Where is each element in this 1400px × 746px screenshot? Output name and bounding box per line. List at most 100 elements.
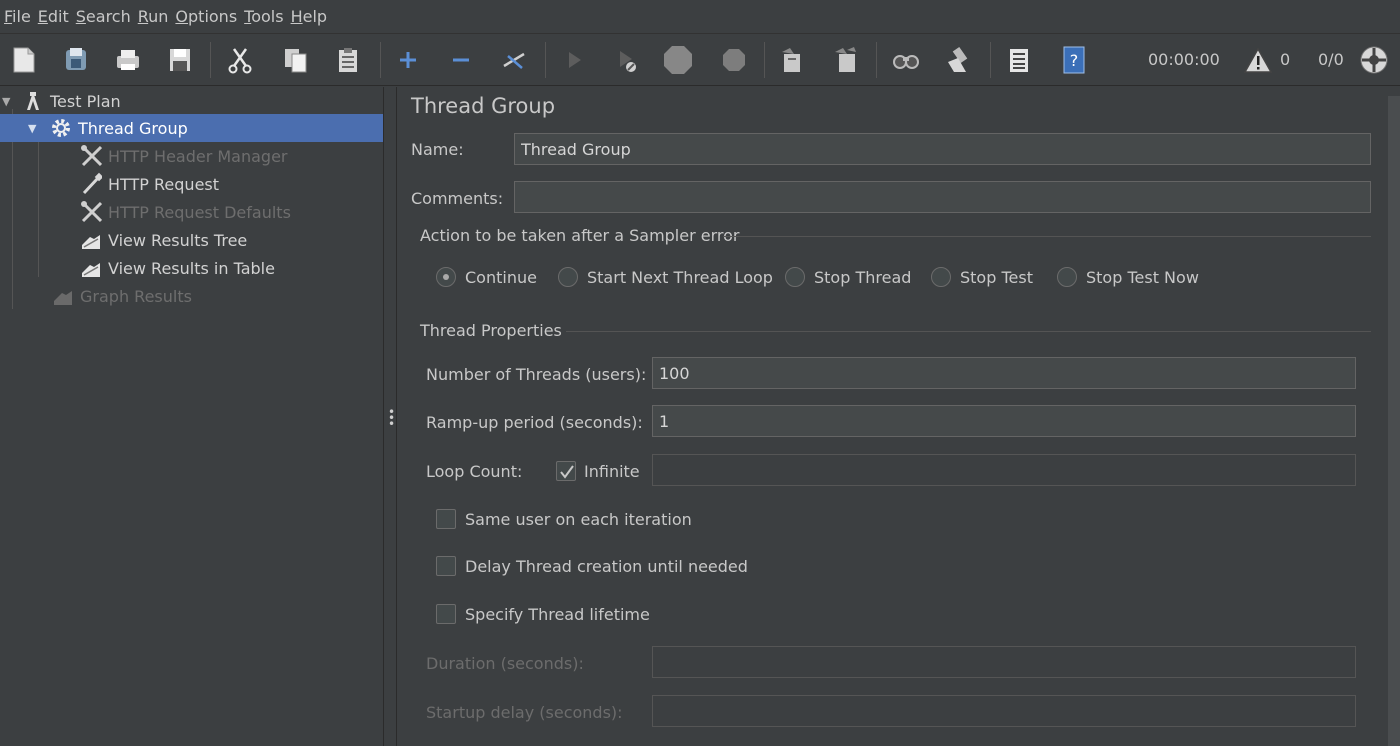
thread-lifetime-label: Specify Thread lifetime <box>465 605 650 624</box>
start-icon[interactable] <box>558 44 590 76</box>
toggle-icon[interactable] <box>498 44 530 76</box>
thread-lifetime-checkbox[interactable] <box>436 604 456 624</box>
radio-label: Start Next Thread Loop <box>587 268 773 287</box>
rampup-input[interactable] <box>652 405 1356 437</box>
infinite-checkbox[interactable] <box>556 461 576 481</box>
tree-item-label: Test Plan <box>50 91 121 111</box>
copy-icon[interactable] <box>280 44 312 76</box>
menu-file[interactable]: File <box>4 7 31 26</box>
duration-label: Duration (seconds): <box>426 654 584 673</box>
toolbar-separator <box>380 42 381 78</box>
clear-icon[interactable] <box>776 44 808 76</box>
comments-label: Comments: <box>411 189 504 208</box>
tree-item-label: HTTP Header Manager <box>108 146 288 166</box>
menu-help[interactable]: Help <box>291 7 327 26</box>
toolbar-separator <box>210 42 211 78</box>
new-icon[interactable] <box>8 44 40 76</box>
vertical-scrollbar[interactable] <box>1388 96 1400 746</box>
infinite-label: Infinite <box>584 462 640 481</box>
comments-input[interactable] <box>514 181 1371 213</box>
menu-edit[interactable]: Edit <box>38 7 69 26</box>
delay-thread-label: Delay Thread creation until needed <box>465 557 748 576</box>
start-no-pauses-icon[interactable] <box>610 44 642 76</box>
thread-properties-title: Thread Properties <box>420 321 562 340</box>
loop-count-input[interactable] <box>652 454 1356 486</box>
radio-label: Continue <box>465 268 537 287</box>
templates-icon[interactable] <box>60 44 92 76</box>
collapse-icon[interactable] <box>445 44 477 76</box>
tree-item-graph-results[interactable]: Graph Results <box>52 282 192 310</box>
config-tool-icon <box>80 145 102 167</box>
shutdown-icon[interactable] <box>718 44 750 76</box>
radio-label: Stop Thread <box>814 268 912 287</box>
warning-count: 0 <box>1280 50 1291 69</box>
config-tool-icon <box>80 201 102 223</box>
group-border <box>566 331 1371 332</box>
delay-thread-checkbox[interactable] <box>436 556 456 576</box>
tree-item-label: HTTP Request <box>108 174 220 194</box>
tree-item-http-request[interactable]: HTTP Request <box>80 170 219 198</box>
open-icon[interactable] <box>112 44 144 76</box>
pane-splitter[interactable]: • • • <box>383 87 397 746</box>
paste-icon[interactable] <box>332 44 364 76</box>
collapse-arrow-icon[interactable]: ▼ <box>2 95 22 108</box>
duration-input[interactable] <box>652 646 1356 678</box>
toolbar-separator <box>545 42 546 78</box>
test-plan-icon <box>22 90 44 112</box>
search-icon[interactable] <box>890 44 922 76</box>
gear-icon <box>50 117 72 139</box>
function-helper-icon[interactable] <box>1002 44 1034 76</box>
expand-icon[interactable] <box>392 44 424 76</box>
reset-search-icon[interactable] <box>942 44 974 76</box>
menu-bar: File Edit Search Run Options Tools Help <box>0 0 1400 34</box>
save-icon[interactable] <box>164 44 196 76</box>
radio-button[interactable] <box>785 267 805 287</box>
menu-options[interactable]: Options <box>175 7 237 26</box>
toolbar-separator <box>876 42 877 78</box>
menu-run[interactable]: Run <box>138 7 169 26</box>
elapsed-timer: 00:00:00 <box>1148 50 1220 69</box>
stop-icon[interactable] <box>662 44 694 76</box>
tree-item-label: Graph Results <box>80 286 192 306</box>
listener-icon <box>80 229 102 251</box>
name-label: Name: <box>411 140 464 159</box>
tree-item-test-plan[interactable]: ▼ Test Plan <box>2 87 383 115</box>
cut-icon[interactable] <box>224 44 256 76</box>
tree-item-http-header-manager[interactable]: HTTP Header Manager <box>80 142 288 170</box>
clear-all-icon[interactable] <box>830 44 862 76</box>
thread-group-panel: Thread Group Name: Comments: Action to b… <box>398 87 1388 746</box>
startup-delay-label: Startup delay (seconds): <box>426 703 623 722</box>
remote-icon[interactable] <box>1358 44 1390 76</box>
tree-item-view-results-tree[interactable]: View Results Tree <box>80 226 247 254</box>
radio-label: Stop Test <box>960 268 1033 287</box>
tree-item-label: View Results in Table <box>108 258 275 278</box>
menu-search[interactable]: Search <box>76 7 131 26</box>
pipette-icon <box>80 172 102 195</box>
rampup-label: Ramp-up period (seconds): <box>426 413 643 432</box>
num-threads-input[interactable] <box>652 357 1356 389</box>
help-icon[interactable]: ? <box>1058 44 1090 76</box>
svg-text:?: ? <box>1070 51 1079 70</box>
tree-item-view-results-in-table[interactable]: View Results in Table <box>80 254 275 282</box>
thread-count: 0/0 <box>1318 50 1344 69</box>
tree-item-label: HTTP Request Defaults <box>108 202 291 222</box>
radio-button[interactable] <box>1057 267 1077 287</box>
listener-icon <box>52 285 74 307</box>
radio-button[interactable] <box>931 267 951 287</box>
tree-item-thread-group[interactable]: ▼ Thread Group <box>0 114 383 142</box>
tree-item-http-request-defaults[interactable]: HTTP Request Defaults <box>80 198 291 226</box>
name-input[interactable] <box>514 133 1371 165</box>
collapse-arrow-icon[interactable]: ▼ <box>28 122 50 135</box>
toolbar: ? 00:00:00 0 0/0 <box>0 34 1400 86</box>
listener-icon <box>80 257 102 279</box>
drag-handle-icon[interactable]: • • • <box>388 406 395 430</box>
menu-tools[interactable]: Tools <box>244 7 283 26</box>
panel-title: Thread Group <box>411 94 556 118</box>
sampler-error-title: Action to be taken after a Sampler error <box>420 226 740 245</box>
startup-delay-input[interactable] <box>652 695 1356 727</box>
radio-button[interactable] <box>558 267 578 287</box>
warning-icon[interactable] <box>1242 44 1274 76</box>
tree-item-label: Thread Group <box>78 118 188 138</box>
radio-button[interactable] <box>436 267 456 287</box>
same-user-checkbox[interactable] <box>436 509 456 529</box>
